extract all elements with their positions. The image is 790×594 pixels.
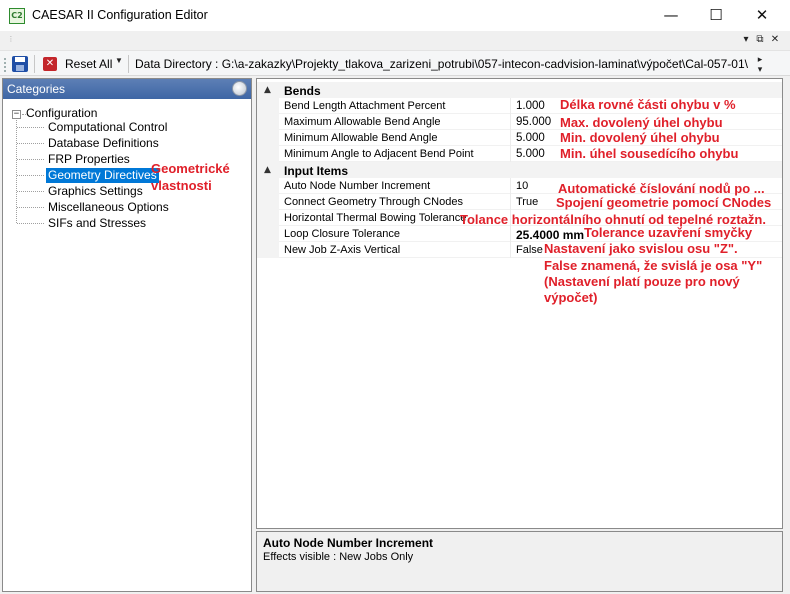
annotation-note: Spojení geometrie pomocí CNodes: [556, 195, 772, 210]
property-value[interactable]: 10: [516, 180, 528, 192]
tree-item-computational-control[interactable]: Computational Control: [46, 120, 169, 135]
close-button[interactable]: ✕: [739, 0, 785, 31]
property-value[interactable]: False: [516, 244, 543, 256]
categories-header: Categories: [3, 79, 251, 99]
reset-icon[interactable]: ✕: [43, 57, 57, 71]
maximize-button[interactable]: ☐: [693, 0, 739, 31]
property-value[interactable]: 5.000: [516, 148, 545, 160]
app-icon: C2: [9, 8, 25, 24]
tree-item-graphics-settings[interactable]: Graphics Settings: [46, 184, 145, 199]
column-divider: [510, 178, 511, 194]
pin-icon[interactable]: [232, 81, 247, 96]
row-gutter: [257, 98, 279, 114]
annotation-note: Délka rovné části ohybu v %: [560, 97, 736, 112]
row-gutter: [257, 242, 279, 258]
property-value[interactable]: True: [516, 196, 538, 208]
row-gutter: [257, 130, 279, 146]
chevron-down-icon[interactable]: ▼: [115, 56, 123, 65]
annotation-note: False znamená, že svislá je osa "Y": [544, 258, 763, 273]
toolbar-grip[interactable]: [3, 57, 7, 73]
section-bends[interactable]: ▲ Bends: [257, 82, 782, 98]
tree-item-database-definitions[interactable]: Database Definitions: [46, 136, 161, 151]
row-gutter: [257, 114, 279, 130]
categories-panel: Categories − Configuration Computational…: [2, 78, 252, 592]
row-gutter: [257, 178, 279, 194]
property-name: Minimum Allowable Bend Angle: [284, 132, 438, 144]
toolbar: ✕ Reset All ▼ Data Directory : G:\a-zaka…: [0, 50, 790, 76]
mdi-grip-icon: ⋮: [7, 35, 15, 43]
title-bar: C2 CAESAR II Configuration Editor — ☐ ✕: [0, 0, 790, 31]
column-divider: [510, 226, 511, 242]
description-title: Auto Node Number Increment: [263, 536, 434, 550]
column-divider: [510, 98, 511, 114]
column-divider: [510, 130, 511, 146]
annotation-note: Automatické číslování nodů po ...: [558, 181, 765, 196]
collapse-icon[interactable]: ▲: [264, 165, 271, 175]
tree-connector: [17, 191, 44, 192]
property-name: Auto Node Number Increment: [284, 180, 431, 192]
tree-connector: [17, 223, 44, 224]
annotation-note: Min. dovolený úhel ohybu: [560, 130, 720, 145]
column-divider: [510, 242, 511, 258]
property-name: Loop Closure Tolerance: [284, 228, 400, 240]
description-text: Effects visible : New Jobs Only: [263, 551, 414, 563]
section-title: Bends: [284, 84, 321, 98]
property-name: New Job Z-Axis Vertical: [284, 244, 401, 256]
mdi-close-button[interactable]: ✕: [768, 32, 782, 48]
tree-connector: [17, 207, 44, 208]
annotation-note: výpočet): [544, 290, 598, 305]
tree-connector: [17, 127, 44, 128]
tree-item-geometry-directives[interactable]: Geometry Directives: [46, 168, 159, 183]
property-value[interactable]: 5.000: [516, 132, 545, 144]
tree-connector: [17, 159, 44, 160]
window-title: CAESAR II Configuration Editor: [32, 8, 208, 22]
description-panel: Auto Node Number Increment Effects visib…: [256, 531, 783, 592]
column-divider: [510, 114, 511, 130]
annotation-geometry-line1: Geometrické: [151, 161, 230, 176]
annotation-note: Min. úhel sousedícího ohybu: [560, 146, 739, 161]
data-directory-label: Data Directory : G:\a-zakazky\Projekty_t…: [135, 57, 748, 71]
reset-all-button[interactable]: Reset All: [65, 57, 112, 71]
tree-item-frp-properties[interactable]: FRP Properties: [46, 152, 132, 167]
row-gutter: [257, 146, 279, 162]
minimize-button[interactable]: —: [648, 0, 694, 31]
tree-root-configuration[interactable]: Configuration: [26, 106, 97, 120]
section-input-items[interactable]: ▲ Input Items: [257, 162, 782, 178]
annotation-note: Nastavení jako svislou osu "Z".: [544, 241, 738, 256]
annotation-note: Tolerance uzavření smyčky: [584, 225, 753, 240]
annotation-note: (Nastavení platí pouze pro nový: [544, 274, 740, 289]
property-name: Bend Length Attachment Percent: [284, 100, 446, 112]
property-name: Maximum Allowable Bend Angle: [284, 116, 441, 128]
row-gutter: [257, 210, 279, 226]
column-divider: [510, 194, 511, 210]
tree-connector: [17, 175, 44, 176]
property-value[interactable]: 1.000: [516, 100, 545, 112]
column-divider: [510, 146, 511, 162]
save-icon[interactable]: [12, 56, 28, 72]
tree-item-sifs-and-stresses[interactable]: SIFs and Stresses: [46, 216, 148, 231]
mdi-restore-button[interactable]: ⧉: [753, 32, 767, 48]
tree-connector: [17, 143, 44, 144]
property-name: Horizontal Thermal Bowing Tolerance: [284, 212, 467, 224]
property-value[interactable]: 25.4000 mm: [516, 228, 584, 242]
row-gutter: [257, 226, 279, 242]
collapse-icon[interactable]: ▲: [264, 85, 271, 95]
row-gutter: [257, 194, 279, 210]
property-value[interactable]: 95.000: [516, 116, 551, 128]
collapse-icon[interactable]: −: [12, 110, 21, 119]
toolbar-separator: [128, 55, 129, 73]
annotation-geometry-line2: vlastnosti: [151, 178, 212, 193]
property-name: Connect Geometry Through CNodes: [284, 196, 463, 208]
mdi-pin-button[interactable]: ▾: [739, 32, 753, 48]
property-grid: ▲ Bends Bend Length Attachment Percent 1…: [256, 78, 783, 529]
categories-title: Categories: [7, 82, 66, 96]
mdi-strip: ⋮ ▾ ⧉ ✕: [0, 31, 790, 49]
toolbar-separator: [34, 55, 35, 73]
tree-item-miscellaneous-options[interactable]: Miscellaneous Options: [46, 200, 171, 215]
annotation-note: Max. dovolený úhel ohybu: [560, 115, 723, 130]
toolbar-overflow-button[interactable]: ▸ ▾: [754, 54, 766, 74]
section-title: Input Items: [284, 164, 349, 178]
property-name: Minimum Angle to Adjacent Bend Point: [284, 148, 474, 160]
